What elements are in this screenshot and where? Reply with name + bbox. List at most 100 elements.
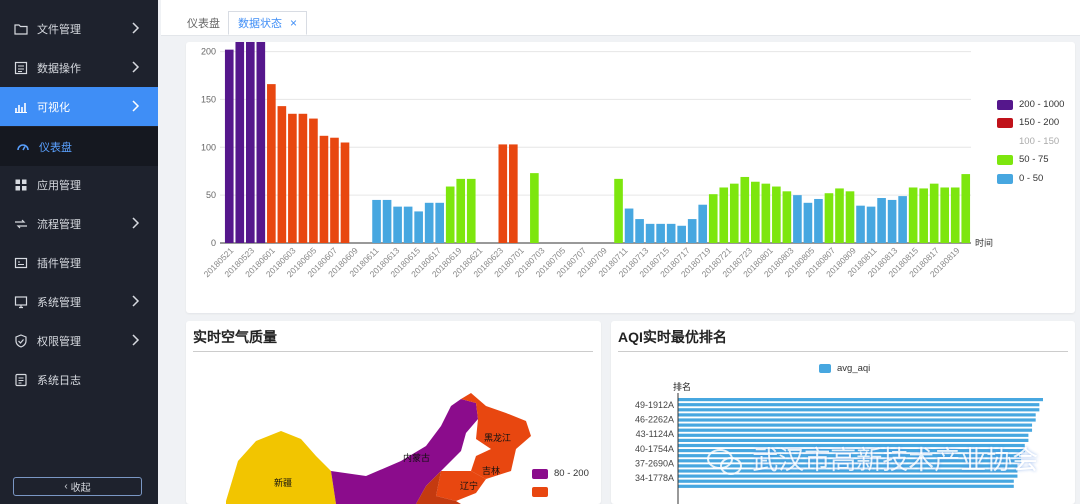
close-icon[interactable]: × <box>290 16 297 30</box>
bar <box>614 178 623 243</box>
sidebar-item-label: 系统管理 <box>37 296 81 309</box>
sidebar-item-data-op[interactable]: 数据操作 <box>0 48 158 87</box>
rank-bar <box>678 398 1043 402</box>
legend-label: 0 - 50 <box>1019 173 1044 184</box>
sidebar-item-label: 仪表盘 <box>39 141 72 154</box>
y-tick-label: 100 <box>201 142 216 152</box>
map-label: 新疆 <box>274 478 293 488</box>
chevron-right-icon <box>132 61 140 73</box>
tab-dashboard[interactable]: 仪表盘 <box>178 11 229 35</box>
chevron-right-icon <box>132 100 140 112</box>
sidebar-item-dashboard[interactable]: 仪表盘 <box>0 127 158 166</box>
bar <box>740 176 750 243</box>
air-quality-map-panel: 实时空气质量 黑龙江 内蒙古 吉林 新疆 辽宁 80 - 200 <box>186 321 601 504</box>
bar <box>267 84 276 243</box>
sidebar-item-visualization[interactable]: 可视化 <box>0 87 158 126</box>
bar <box>498 144 508 243</box>
bar <box>814 198 823 243</box>
sidebar-item-system[interactable]: 系统管理 <box>0 282 158 321</box>
bar <box>950 187 960 243</box>
bar <box>719 187 729 243</box>
rank-row-label: 43-1124A <box>636 429 674 439</box>
legend-item[interactable]: 50 - 75 <box>997 154 1049 165</box>
sidebar-item-plugin[interactable]: 插件管理 <box>0 243 158 282</box>
bar <box>288 113 297 244</box>
map-legend-item[interactable]: 80 - 200 <box>532 468 589 479</box>
chevron-right-icon <box>132 22 140 34</box>
rank-bar <box>678 408 1040 412</box>
map-label: 辽宁 <box>460 481 479 491</box>
watermark-text: 武汉市高新技术产业协会 <box>752 446 1039 476</box>
sidebar-item-permission[interactable]: 权限管理 <box>0 321 158 360</box>
bar <box>256 42 266 243</box>
bar <box>698 204 708 243</box>
chevron-right-icon <box>132 217 140 229</box>
legend-item[interactable]: 0 - 50 <box>997 173 1043 184</box>
map-label: 黑龙江 <box>484 433 512 443</box>
bar <box>782 191 792 243</box>
flow-icon <box>15 219 27 228</box>
legend-swatch <box>532 468 548 479</box>
bar <box>929 183 939 243</box>
chevron-right-icon <box>132 295 140 307</box>
sidebar-item-flow[interactable]: 流程管理 <box>0 204 158 243</box>
bar <box>856 205 865 243</box>
tab-label: 数据状态 <box>238 18 282 30</box>
map-label: 内蒙古 <box>403 453 431 463</box>
bar <box>793 195 802 243</box>
bar <box>887 199 897 243</box>
legend-swatch <box>997 117 1013 128</box>
legend-label: 80 - 200 <box>554 468 589 479</box>
bar <box>845 191 855 243</box>
tab-bar: 仪表盘 数据状态 × <box>161 0 1080 36</box>
rank-bar <box>678 403 1040 407</box>
rank-row-label: 46-2262A <box>635 415 674 425</box>
bar <box>245 42 255 243</box>
tab-data-status[interactable]: 数据状态 × <box>228 11 308 35</box>
rank-row-label: 34-1778A <box>635 473 674 483</box>
rank-bar <box>678 428 1033 432</box>
bar <box>666 223 676 243</box>
bar <box>414 211 423 243</box>
rank-bar <box>678 418 1036 422</box>
map-legend-item[interactable] <box>532 487 554 497</box>
bar <box>445 186 455 243</box>
sidebar-item-label: 可视化 <box>37 101 70 114</box>
rank-bar <box>678 413 1036 417</box>
bar <box>330 137 339 243</box>
bar <box>677 225 686 243</box>
rank-bar <box>678 479 1014 483</box>
legend-item[interactable]: 200 - 1000 <box>997 99 1064 110</box>
bar <box>382 199 392 243</box>
legend-item[interactable]: 100 - 150 <box>997 136 1059 147</box>
bar <box>309 118 318 243</box>
legend-swatch <box>532 487 548 497</box>
bar <box>319 135 329 243</box>
legend-item[interactable]: 150 - 200 <box>997 117 1059 128</box>
data-op-icon <box>14 61 28 74</box>
bar <box>729 183 739 243</box>
legend-swatch <box>997 137 1013 147</box>
bar <box>393 206 402 243</box>
bar <box>908 187 918 243</box>
sidebar-item-app[interactable]: 应用管理 <box>0 165 158 204</box>
legend-label: 150 - 200 <box>1019 117 1060 128</box>
collapse-button[interactable]: ‹ 收起 <box>13 477 142 496</box>
chevron-left-icon: ‹ <box>64 481 68 492</box>
bar <box>708 194 718 243</box>
bar <box>435 202 444 243</box>
y-tick-label: 200 <box>201 47 216 57</box>
sidebar-item-file[interactable]: 文件管理 <box>0 9 158 48</box>
sidebar-item-log[interactable]: 系统日志 <box>0 360 158 399</box>
bar <box>656 223 665 243</box>
monitor-icon <box>14 295 28 308</box>
bar <box>635 219 644 243</box>
map-label: 吉林 <box>482 466 501 476</box>
sidebar-item-label: 数据操作 <box>37 62 81 75</box>
sidebar-item-label: 权限管理 <box>37 335 81 348</box>
bar <box>803 202 813 243</box>
bar <box>940 187 950 243</box>
bar <box>403 206 413 243</box>
sidebar-item-label: 流程管理 <box>37 218 81 231</box>
bar <box>866 206 876 243</box>
